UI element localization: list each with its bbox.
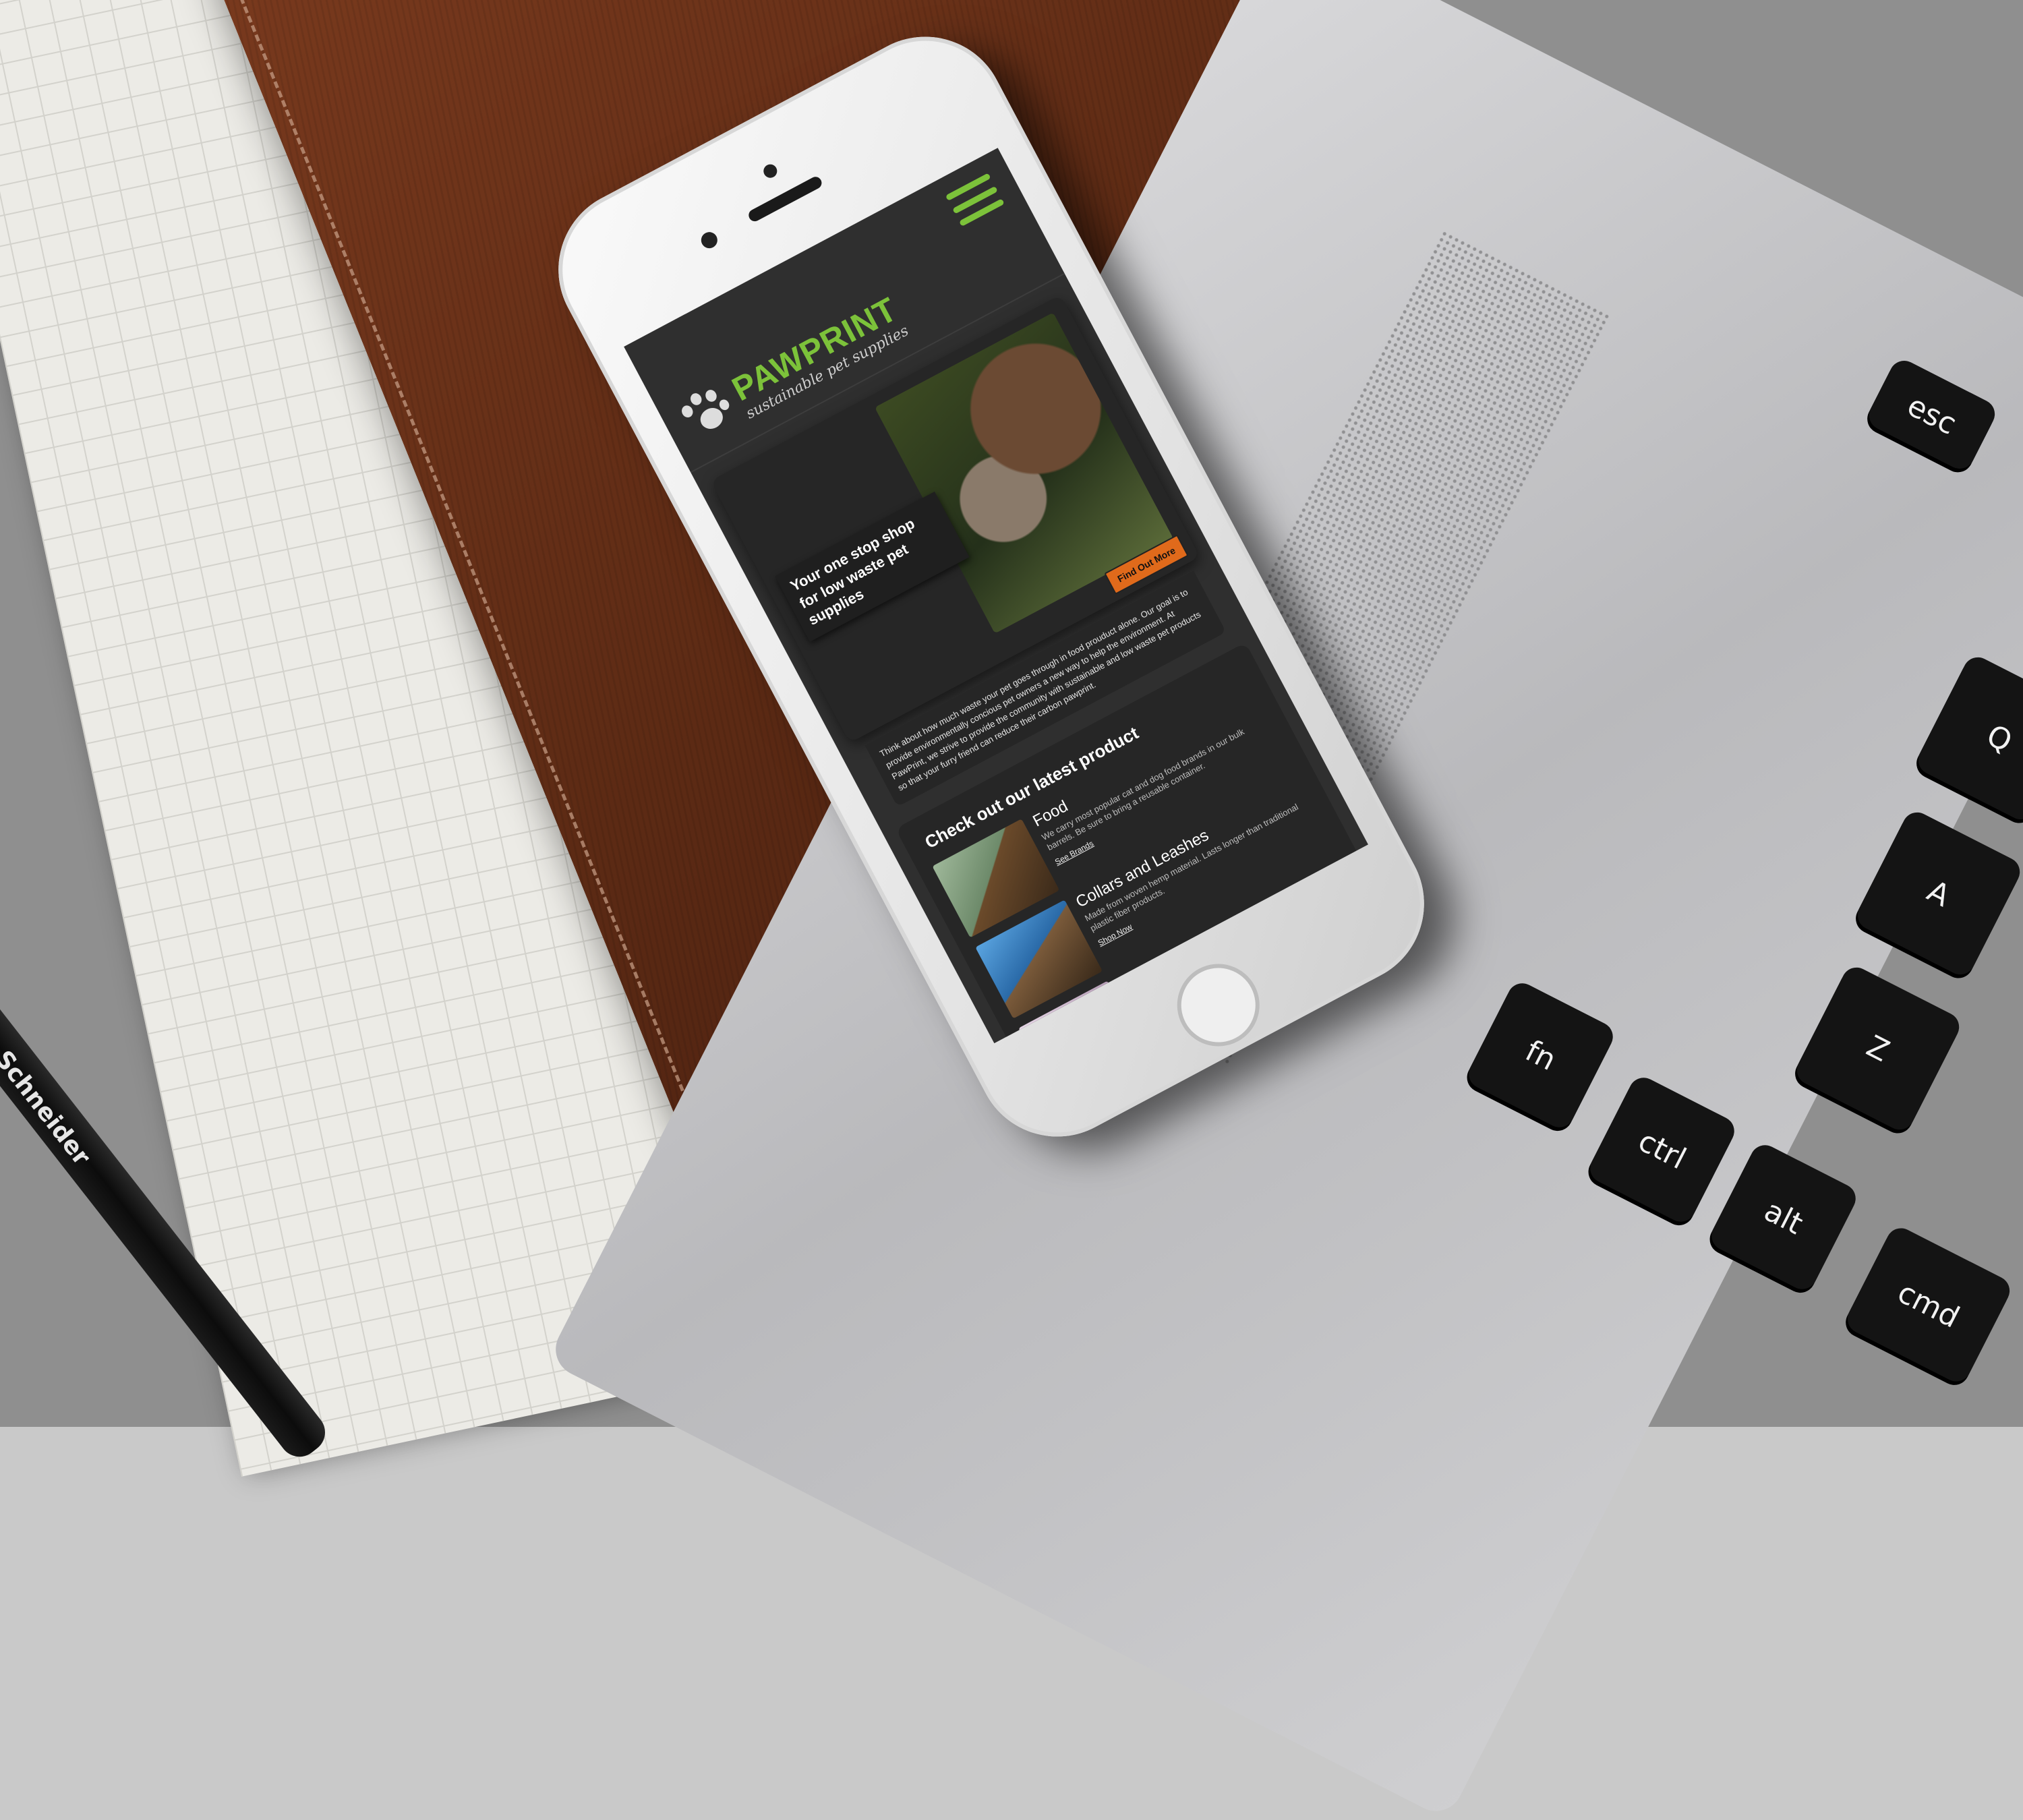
pen-brand-label: Schneider: [0, 1045, 96, 1171]
hamburger-menu-icon[interactable]: [945, 173, 1005, 227]
hero-title: Your one stop shop for low waste pet sup…: [775, 491, 970, 642]
paw-recycle-icon: [673, 380, 744, 450]
laptop-key-cmd: cmd: [1842, 1223, 2015, 1387]
